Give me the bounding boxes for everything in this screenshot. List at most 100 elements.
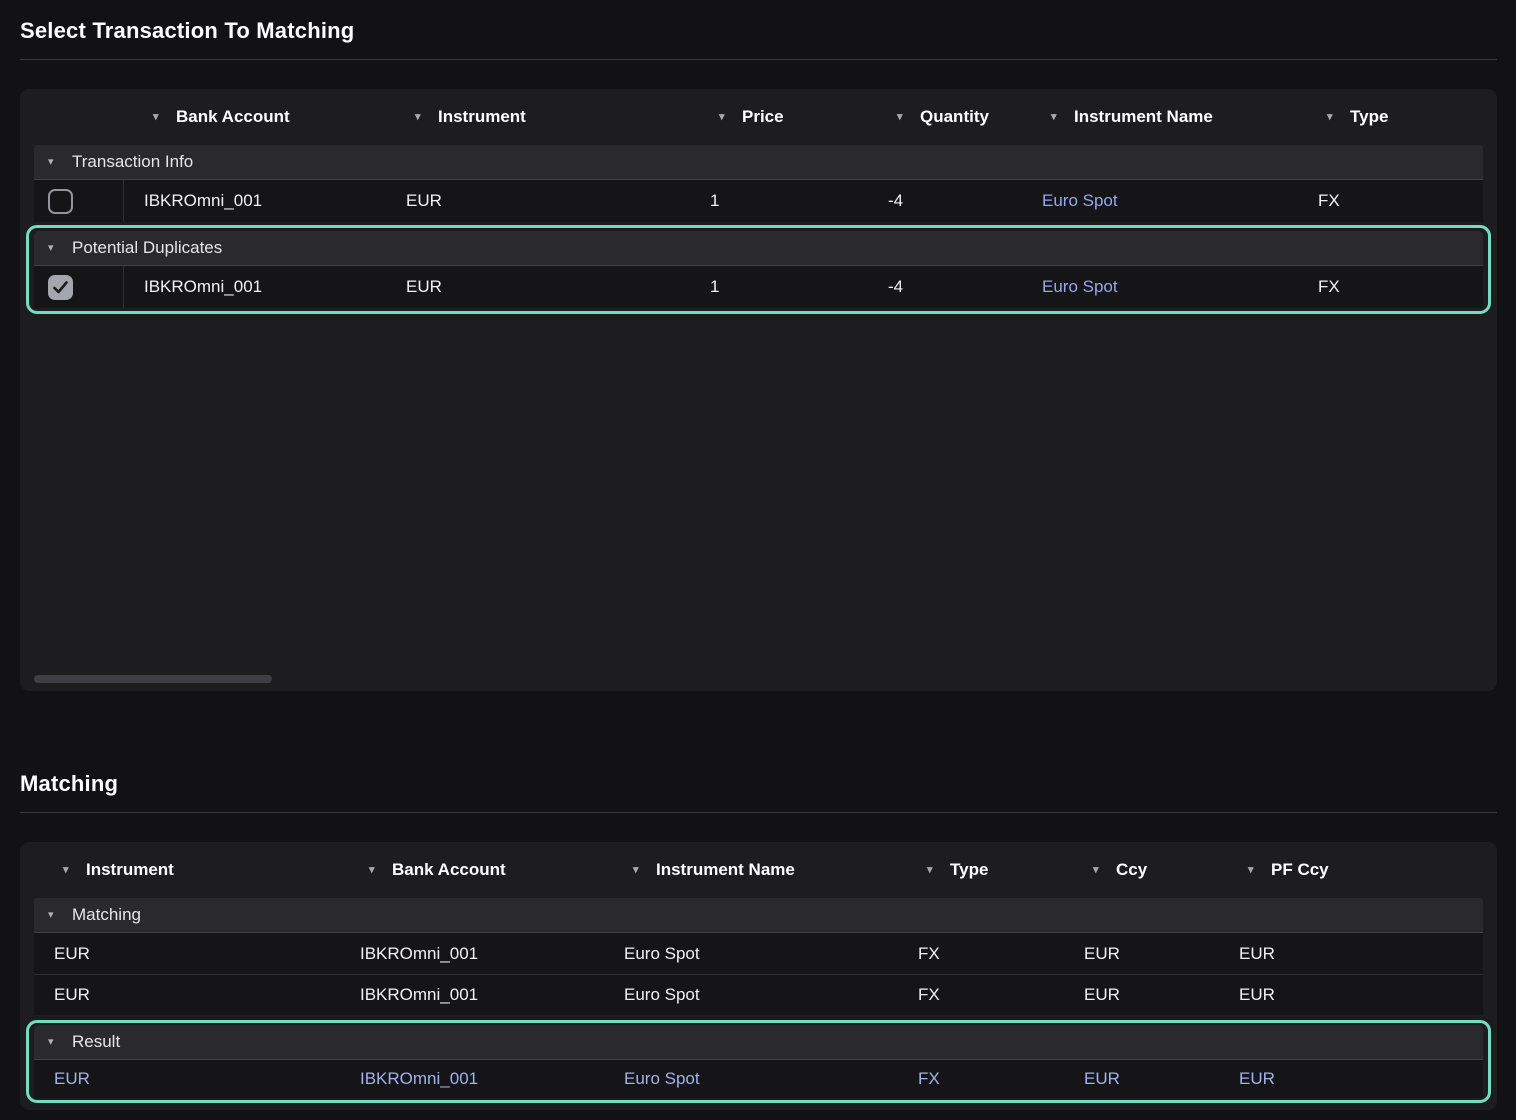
cell-ccy: EUR (1064, 985, 1219, 1005)
group-collapse-icon[interactable]: ▾ (48, 910, 61, 921)
result-row[interactable]: EUR IBKROmni_001 Euro Spot FX EUR EUR (34, 1060, 1483, 1098)
column-menu-arrow-icon[interactable]: ▾ (897, 112, 910, 123)
column-menu-arrow-icon[interactable]: ▾ (633, 865, 646, 876)
checkbox-cell (34, 266, 124, 308)
table-row-selected[interactable]: IBKROmni_001 EUR 1 -4 Euro Spot FX (34, 266, 1483, 308)
cell-instrument: EUR (34, 985, 340, 1005)
column-header-label: Instrument (438, 107, 526, 127)
cell-price: 1 (690, 277, 868, 297)
column-header-label: Bank Account (176, 107, 290, 127)
cell-type: FX (898, 985, 1064, 1005)
column-header-bank-account[interactable]: ▾ Bank Account (340, 860, 604, 880)
section-title-matching: Matching (20, 771, 1497, 797)
group-header-potential-duplicates[interactable]: ▾ Potential Duplicates (34, 231, 1483, 266)
cell-bank-account: IBKROmni_001 (124, 277, 386, 297)
column-header-label: Instrument Name (656, 860, 795, 880)
cell-ccy: EUR (1064, 944, 1219, 964)
cell-instrument: EUR (34, 944, 340, 964)
checkbox-cell (34, 180, 124, 222)
column-header-quantity[interactable]: ▾ Quantity (868, 107, 1022, 127)
column-menu-arrow-icon[interactable]: ▾ (1327, 112, 1340, 123)
cell-instrument-name: Euro Spot (604, 944, 898, 964)
group-header-label: Potential Duplicates (72, 238, 222, 258)
cell-type: FX (898, 944, 1064, 964)
column-menu-arrow-icon[interactable]: ▾ (63, 865, 76, 876)
table-row[interactable]: EUR IBKROmni_001 Euro Spot FX EUR EUR (34, 933, 1483, 974)
cell-bank-account: IBKROmni_001 (340, 944, 604, 964)
section-divider (20, 59, 1497, 60)
cell-quantity: -4 (868, 277, 1022, 297)
cell-bank-account: IBKROmni_001 (340, 1069, 604, 1089)
column-menu-arrow-icon[interactable]: ▾ (153, 112, 166, 123)
cell-instrument: EUR (386, 277, 690, 297)
horizontal-scrollbar-thumb[interactable] (34, 675, 272, 683)
row-checkbox-checked[interactable] (48, 275, 73, 300)
group-header-transaction-info[interactable]: ▾ Transaction Info (34, 145, 1483, 180)
group-header-matching[interactable]: ▾ Matching (34, 898, 1483, 933)
column-header-bank-account[interactable]: ▾ Bank Account (124, 107, 386, 127)
cell-pf-ccy: EUR (1219, 944, 1488, 964)
column-menu-arrow-icon[interactable]: ▾ (415, 112, 428, 123)
group-collapse-icon[interactable]: ▾ (48, 1037, 61, 1048)
cell-instrument-name: Euro Spot (604, 1069, 898, 1089)
column-menu-arrow-icon[interactable]: ▾ (369, 865, 382, 876)
column-header-label: Quantity (920, 107, 989, 127)
checkmark-icon (53, 281, 68, 294)
table-row[interactable]: EUR IBKROmni_001 Euro Spot FX EUR EUR (34, 974, 1483, 1015)
column-header-ccy[interactable]: ▾ Ccy (1064, 860, 1219, 880)
column-header-label: Instrument (86, 860, 174, 880)
cell-price: 1 (690, 191, 868, 211)
column-header-label: Bank Account (392, 860, 506, 880)
potential-duplicates-highlight: ▾ Potential Duplicates IBKROmni_001 EUR … (26, 225, 1491, 314)
table-row[interactable]: IBKROmni_001 EUR 1 -4 Euro Spot FX (34, 180, 1483, 222)
group-collapse-icon[interactable]: ▾ (48, 243, 61, 254)
column-header-label: Type (950, 860, 988, 880)
cell-type: FX (898, 1069, 1064, 1089)
cell-pf-ccy: EUR (1219, 985, 1488, 1005)
cell-instrument: EUR (34, 1069, 340, 1089)
column-header-label: Type (1350, 107, 1388, 127)
page: Select Transaction To Matching ▾ Bank Ac… (0, 0, 1516, 1110)
group-collapse-icon[interactable]: ▾ (48, 157, 61, 168)
column-header-instrument[interactable]: ▾ Instrument (34, 860, 340, 880)
column-menu-arrow-icon[interactable]: ▾ (927, 865, 940, 876)
group-header-label: Matching (72, 905, 141, 925)
cell-bank-account: IBKROmni_001 (124, 191, 386, 211)
column-header-label: PF Ccy (1271, 860, 1329, 880)
group-header-result[interactable]: ▾ Result (34, 1025, 1483, 1060)
column-header-label: Instrument Name (1074, 107, 1213, 127)
column-header-type[interactable]: ▾ Type (1298, 107, 1488, 127)
cell-quantity: -4 (868, 191, 1022, 211)
cell-instrument-name-link[interactable]: Euro Spot (1022, 191, 1298, 211)
column-header-pf-ccy[interactable]: ▾ PF Ccy (1219, 860, 1488, 880)
row-checkbox-unchecked[interactable] (48, 189, 73, 214)
cell-instrument-name: Euro Spot (604, 985, 898, 1005)
select-transaction-section: Select Transaction To Matching ▾ Bank Ac… (20, 18, 1497, 691)
column-menu-arrow-icon[interactable]: ▾ (1051, 112, 1064, 123)
cell-instrument-name-link[interactable]: Euro Spot (1022, 277, 1298, 297)
cell-pf-ccy: EUR (1219, 1069, 1488, 1089)
result-highlight: ▾ Result EUR IBKROmni_001 Euro Spot FX E… (26, 1020, 1491, 1103)
table-header-row: ▾ Instrument ▾ Bank Account ▾ Instrument… (34, 842, 1483, 898)
column-menu-arrow-icon[interactable]: ▾ (1248, 865, 1261, 876)
transactions-table: ▾ Bank Account ▾ Instrument ▾ Price ▾ Qu… (20, 89, 1497, 691)
column-header-instrument[interactable]: ▾ Instrument (386, 107, 690, 127)
section-title-select-transaction: Select Transaction To Matching (20, 18, 1497, 44)
column-header-instrument-name[interactable]: ▾ Instrument Name (604, 860, 898, 880)
column-header-price[interactable]: ▾ Price (690, 107, 868, 127)
column-header-label: Price (742, 107, 784, 127)
group-header-label: Transaction Info (72, 152, 193, 172)
cell-bank-account: IBKROmni_001 (340, 985, 604, 1005)
cell-type: FX (1298, 277, 1488, 297)
group-header-label: Result (72, 1032, 120, 1052)
table-header-row: ▾ Bank Account ▾ Instrument ▾ Price ▾ Qu… (34, 89, 1483, 145)
column-menu-arrow-icon[interactable]: ▾ (719, 112, 732, 123)
section-divider (20, 812, 1497, 813)
column-header-type[interactable]: ▾ Type (898, 860, 1064, 880)
cell-ccy: EUR (1064, 1069, 1219, 1089)
column-menu-arrow-icon[interactable]: ▾ (1093, 865, 1106, 876)
cell-type: FX (1298, 191, 1488, 211)
column-header-instrument-name[interactable]: ▾ Instrument Name (1022, 107, 1298, 127)
matching-table: ▾ Instrument ▾ Bank Account ▾ Instrument… (20, 842, 1497, 1110)
matching-section: Matching ▾ Instrument ▾ Bank Account ▾ I… (20, 771, 1497, 1110)
